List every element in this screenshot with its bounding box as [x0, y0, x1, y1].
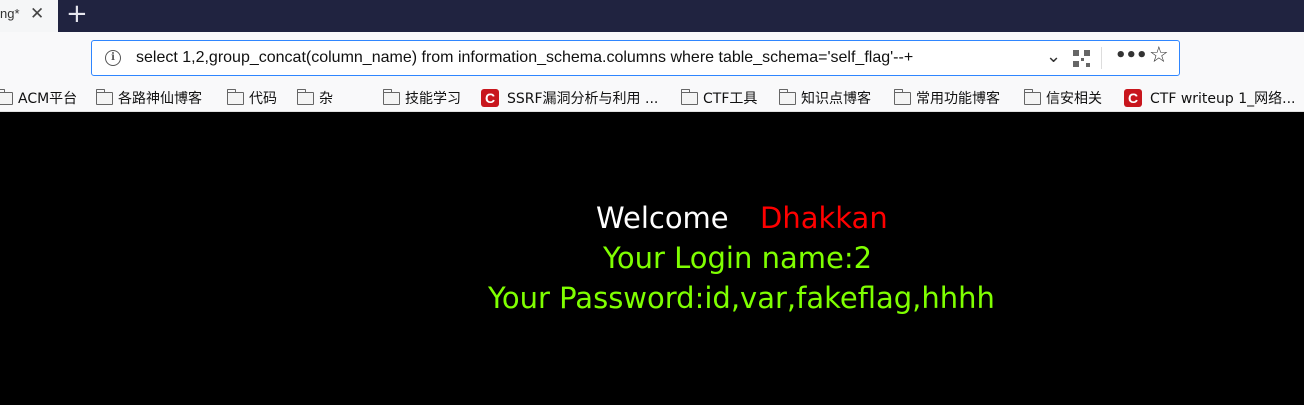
- close-icon[interactable]: ✕: [30, 4, 44, 24]
- toolbar-divider: [1101, 47, 1102, 69]
- bookmark-label: 各路神仙博客: [118, 91, 202, 107]
- folder-icon: [1024, 88, 1041, 105]
- bookmark-skills[interactable]: 技能学习: [383, 87, 461, 109]
- folder-icon: [297, 88, 314, 105]
- bookmark-label: SSRF漏洞分析与利用 ...: [507, 91, 659, 107]
- bookmark-ctf-writeup[interactable]: C CTF writeup 1_网络...: [1124, 87, 1296, 109]
- address-bar[interactable]: i select 1,2,group_concat(column_name) f…: [91, 40, 1180, 76]
- folder-icon: [681, 88, 698, 105]
- info-icon[interactable]: i: [105, 50, 121, 66]
- bookmark-blogs[interactable]: 各路神仙博客: [96, 87, 202, 109]
- password-result: Your Password:id,var,fakeflag,hhhh: [488, 281, 995, 315]
- bookmark-label: 信安相关: [1046, 91, 1102, 107]
- more-actions-icon[interactable]: •••: [1115, 45, 1148, 66]
- navigation-toolbar: i select 1,2,group_concat(column_name) f…: [0, 32, 1304, 84]
- folder-icon: [383, 88, 400, 105]
- bookmarks-bar: ACM平台 各路神仙博客 代码 杂 技能学习 C SSRF漏洞分析与利用 ...…: [0, 84, 1304, 112]
- bookmark-label: ACM平台: [18, 91, 78, 107]
- chevron-down-icon[interactable]: ⌄: [1046, 46, 1061, 67]
- user-name-text: Dhakkan: [760, 201, 888, 235]
- bookmark-common[interactable]: 常用功能博客: [894, 87, 1000, 109]
- bookmark-code[interactable]: 代码: [227, 87, 277, 109]
- folder-icon: [894, 88, 911, 105]
- folder-icon: [0, 88, 13, 105]
- welcome-text: Welcome: [596, 201, 729, 235]
- csdn-icon: C: [481, 89, 499, 107]
- qr-code-icon[interactable]: [1073, 50, 1090, 67]
- folder-icon: [96, 88, 113, 105]
- bookmark-label: 常用功能博客: [916, 91, 1000, 107]
- page-content: Welcome Dhakkan Your Login name:2 Your P…: [0, 113, 1304, 405]
- active-tab[interactable]: ng* ✕: [0, 0, 58, 32]
- bookmark-label: CTF writeup 1_网络...: [1150, 91, 1296, 107]
- bookmark-label: CTF工具: [703, 91, 758, 107]
- folder-icon: [779, 88, 796, 105]
- url-input[interactable]: select 1,2,group_concat(column_name) fro…: [136, 49, 1036, 67]
- bookmark-label: 技能学习: [405, 91, 461, 107]
- bookmark-acm[interactable]: ACM平台: [0, 87, 77, 109]
- bookmark-label: 代码: [249, 91, 277, 107]
- tab-strip: ng* ✕ +: [0, 0, 1304, 32]
- bookmark-label: 杂: [319, 91, 333, 107]
- bookmark-infosec[interactable]: 信安相关: [1024, 87, 1102, 109]
- bookmark-misc[interactable]: 杂: [297, 87, 333, 109]
- folder-icon: [227, 88, 244, 105]
- bookmark-ssrf[interactable]: C SSRF漏洞分析与利用 ...: [481, 87, 658, 109]
- bookmark-label: 知识点博客: [801, 91, 871, 107]
- tab-title: ng*: [0, 6, 20, 21]
- bookmark-knowledge[interactable]: 知识点博客: [779, 87, 871, 109]
- bookmark-star-icon[interactable]: ☆: [1149, 43, 1169, 68]
- bookmark-ctf-tools[interactable]: CTF工具: [681, 87, 757, 109]
- new-tab-button[interactable]: +: [66, 0, 88, 28]
- login-name-result: Your Login name:2: [603, 241, 873, 275]
- csdn-icon: C: [1124, 89, 1142, 107]
